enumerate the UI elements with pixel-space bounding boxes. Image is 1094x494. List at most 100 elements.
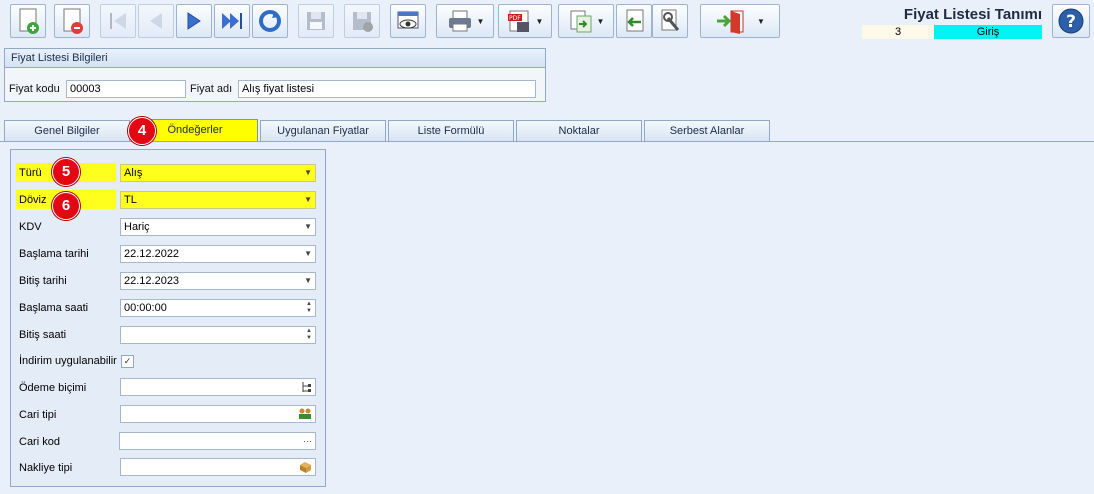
printer-icon	[448, 10, 471, 32]
chevron-down-icon: ▼	[476, 16, 485, 26]
customer-code-label: Cari kod	[19, 436, 60, 448]
type-dropdown[interactable]: Alış ▼	[120, 164, 316, 182]
chevron-down-icon: ▼	[757, 16, 765, 26]
chevron-down-icon: ▼	[304, 249, 312, 258]
previous-record-button[interactable]	[138, 4, 174, 38]
chevron-down-icon: ▼	[304, 276, 312, 285]
shipping-type-label: Nakliye tipi	[19, 462, 73, 474]
import-button[interactable]	[616, 4, 652, 38]
customer-code-field[interactable]: ···	[119, 432, 316, 450]
page-title: Fiyat Listesi Tanımı	[903, 6, 1042, 23]
last-icon	[222, 13, 242, 29]
tab-list-formula[interactable]: Liste Formülü	[388, 120, 514, 141]
start-date-value: 22.12.2022	[124, 248, 180, 260]
customer-type-label: Cari tipi	[19, 409, 57, 421]
currency-label: Döviz	[19, 194, 47, 206]
start-date-picker[interactable]: 22.12.2022 ▼	[120, 245, 316, 263]
preview-icon	[397, 11, 419, 29]
cancel-save-button[interactable]	[344, 4, 380, 38]
tree-icon	[302, 382, 311, 392]
tab-custom-fields[interactable]: Serbest Alanlar	[644, 120, 770, 141]
tab-points[interactable]: Noktalar	[516, 120, 642, 141]
price-name-input[interactable]: Alış fiyat listesi	[238, 80, 536, 98]
pdf-icon: PDF	[507, 10, 529, 32]
record-number: 3	[862, 25, 934, 39]
save-button[interactable]	[298, 4, 334, 38]
last-record-button[interactable]	[214, 4, 250, 38]
delete-document-icon	[63, 8, 83, 34]
first-record-button[interactable]	[100, 4, 136, 38]
preview-button[interactable]	[390, 4, 426, 38]
mode-badge: Giriş	[934, 25, 1042, 39]
help-button[interactable]: ?	[1052, 4, 1090, 38]
save-icon	[307, 12, 325, 30]
refresh-button[interactable]	[252, 4, 288, 38]
ellipsis-icon: ···	[303, 436, 312, 446]
shipping-type-field[interactable]	[120, 458, 316, 476]
step-badge-6: 6	[52, 192, 80, 220]
spinner-icon: ▲ ▼	[306, 328, 312, 341]
package-icon	[300, 462, 311, 473]
help-icon: ?	[1058, 8, 1084, 34]
price-list-info-group: Fiyat Listesi Bilgileri Fiyat kodu 00003…	[4, 48, 546, 102]
people-icon	[299, 408, 311, 419]
svg-text:PDF: PDF	[509, 15, 521, 22]
tools-button[interactable]	[652, 4, 688, 38]
export-icon	[570, 10, 592, 33]
add-document-icon	[19, 8, 39, 34]
price-code-label: Fiyat kodu	[9, 83, 60, 95]
end-date-picker[interactable]: 22.12.2023 ▼	[120, 272, 316, 290]
new-record-button[interactable]	[10, 4, 46, 38]
record-status-row: 3 Giriş	[862, 25, 1042, 39]
delete-record-button[interactable]	[54, 4, 90, 38]
tab-applied-prices[interactable]: Uygulanan Fiyatlar	[260, 120, 386, 141]
discount-applicable-checkbox[interactable]: ✓	[121, 355, 134, 368]
tab-defaults-label: Öndeğerler	[167, 124, 223, 136]
chevron-down-icon: ▼	[535, 16, 544, 26]
group-header: Fiyat Listesi Bilgileri	[5, 49, 545, 68]
exit-door-icon	[717, 10, 744, 34]
payment-method-label: Ödeme biçimi	[19, 382, 87, 394]
type-label: Türü	[19, 167, 42, 179]
price-name-label: Fiyat adı	[190, 83, 233, 95]
start-time-spinner[interactable]: 00:00:00 ▲ ▼	[120, 299, 316, 317]
save-cancel-icon	[353, 12, 373, 32]
vat-label: KDV	[19, 221, 42, 233]
payment-method-field[interactable]	[120, 378, 316, 396]
currency-dropdown[interactable]: TL ▼	[120, 191, 316, 209]
exit-button[interactable]: ▼	[700, 4, 780, 38]
tools-icon	[661, 9, 680, 31]
step-badge-5: 5	[52, 158, 80, 186]
customer-type-field[interactable]	[120, 405, 316, 423]
import-icon	[626, 9, 644, 32]
vat-dropdown[interactable]: Hariç ▼	[120, 218, 316, 236]
type-value: Alış	[124, 167, 143, 179]
step-badge-4: 4	[128, 117, 156, 145]
export-button[interactable]: ▼	[558, 4, 614, 38]
end-time-label: Bitiş saati	[19, 329, 67, 341]
discount-applicable-label: İndirim uygulanabilir	[19, 355, 117, 367]
refresh-icon	[259, 10, 281, 32]
chevron-down-icon: ▼	[304, 222, 312, 231]
start-time-label: Başlama saati	[19, 302, 89, 314]
first-icon	[110, 13, 126, 29]
tab-general-info[interactable]: Genel Bilgiler	[4, 120, 130, 141]
tab-divider	[0, 141, 1094, 142]
end-date-value: 22.12.2023	[124, 275, 180, 287]
chevron-down-icon: ▼	[304, 168, 312, 177]
start-date-label: Başlama tarihi	[19, 248, 89, 260]
svg-text:?: ?	[1066, 12, 1076, 32]
start-time-value: 00:00:00	[124, 302, 167, 314]
chevron-down-icon: ▼	[304, 195, 312, 204]
spinner-icon: ▲ ▼	[306, 301, 312, 314]
end-time-spinner[interactable]: ▲ ▼	[120, 326, 316, 344]
vat-value: Hariç	[124, 221, 150, 233]
currency-value: TL	[124, 194, 137, 206]
form-title-area: Fiyat Listesi Tanımı	[904, 6, 1042, 23]
print-button[interactable]: ▼	[436, 4, 494, 38]
chevron-down-icon: ▼	[596, 16, 605, 26]
next-icon	[187, 12, 201, 30]
price-code-input[interactable]: 00003	[66, 80, 186, 98]
pdf-export-button[interactable]: PDF ▼	[498, 4, 552, 38]
next-record-button[interactable]	[176, 4, 212, 38]
